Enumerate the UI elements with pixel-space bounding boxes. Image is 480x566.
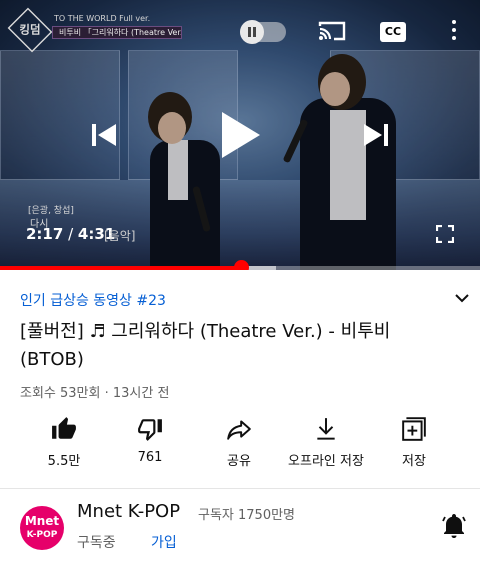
like-count: 5.5만 bbox=[47, 454, 81, 469]
download-button[interactable]: 오프라인 저장 bbox=[276, 416, 376, 469]
share-icon bbox=[227, 420, 251, 440]
save-button[interactable]: 저장 bbox=[364, 416, 464, 469]
trending-link[interactable]: 인기 급상승 동영상 #23 bbox=[20, 290, 166, 310]
download-icon bbox=[317, 418, 335, 440]
chevron-down-icon[interactable] bbox=[454, 290, 470, 304]
bell-icon[interactable] bbox=[442, 513, 466, 539]
banner-subtitle: TO THE WORLD Full ver. bbox=[54, 14, 151, 23]
share-label: 공유 bbox=[227, 454, 251, 469]
subscribed-button[interactable]: 구독중 bbox=[77, 532, 116, 552]
playlist-add-icon bbox=[402, 417, 426, 441]
save-label: 저장 bbox=[402, 454, 426, 469]
avatar[interactable]: Mnet K-POP bbox=[20, 506, 64, 550]
captions-button[interactable]: CC bbox=[380, 22, 406, 42]
fullscreen-icon[interactable] bbox=[435, 224, 455, 244]
more-vert-icon[interactable] bbox=[448, 18, 460, 46]
time-display: 2:17 / 4:31 bbox=[26, 225, 115, 243]
banner-title: 비투비 「그리워하다 (Theatre Ver.)」 bbox=[52, 26, 182, 39]
play-icon[interactable] bbox=[218, 110, 262, 160]
pause-icon bbox=[240, 20, 264, 44]
channel-row: Mnet K-POP Mnet K-POP 구독자 1750만명 구독중 가입 bbox=[0, 489, 480, 566]
video-player[interactable]: 킹덤 TO THE WORLD Full ver. 비투비 「그리워하다 (Th… bbox=[0, 0, 480, 270]
channel-name[interactable]: Mnet K-POP bbox=[77, 501, 180, 522]
cast-icon[interactable] bbox=[318, 20, 346, 42]
dislike-count: 761 bbox=[137, 450, 163, 465]
dislike-button[interactable]: 761 bbox=[100, 416, 200, 465]
thumb-up-icon bbox=[52, 417, 76, 439]
join-button[interactable]: 가입 bbox=[151, 532, 177, 552]
player-top-bar: 킹덤 TO THE WORLD Full ver. 비투비 「그리워하다 (Th… bbox=[0, 0, 480, 64]
time-separator: / bbox=[63, 225, 78, 243]
autoplay-toggle[interactable] bbox=[240, 20, 286, 44]
thumb-down-icon bbox=[138, 419, 162, 441]
progress-played bbox=[0, 266, 242, 270]
skip-previous-icon[interactable] bbox=[90, 122, 118, 148]
subscriber-count: 구독자 1750만명 bbox=[198, 508, 296, 523]
avatar-line-1: Mnet bbox=[24, 514, 60, 528]
action-bar: 5.5만 761 공유 오프라인 저장 저장 bbox=[0, 416, 480, 476]
avatar-line-2: K-POP bbox=[26, 530, 58, 540]
video-title[interactable]: [풀버전] ♬ 그리워하다 (Theatre Ver.) - 비투비 (BTOB… bbox=[20, 318, 450, 374]
like-button[interactable]: 5.5만 bbox=[14, 416, 114, 469]
show-logo: 킹덤 bbox=[7, 7, 53, 53]
share-button[interactable]: 공유 bbox=[189, 416, 289, 469]
sound-caption: [음악] bbox=[104, 229, 136, 243]
skip-next-icon[interactable] bbox=[362, 122, 390, 148]
download-label: 오프라인 저장 bbox=[288, 454, 364, 469]
video-meta: 조회수 53만회 · 13시간 전 bbox=[20, 386, 170, 401]
time-current: 2:17 bbox=[26, 225, 64, 243]
